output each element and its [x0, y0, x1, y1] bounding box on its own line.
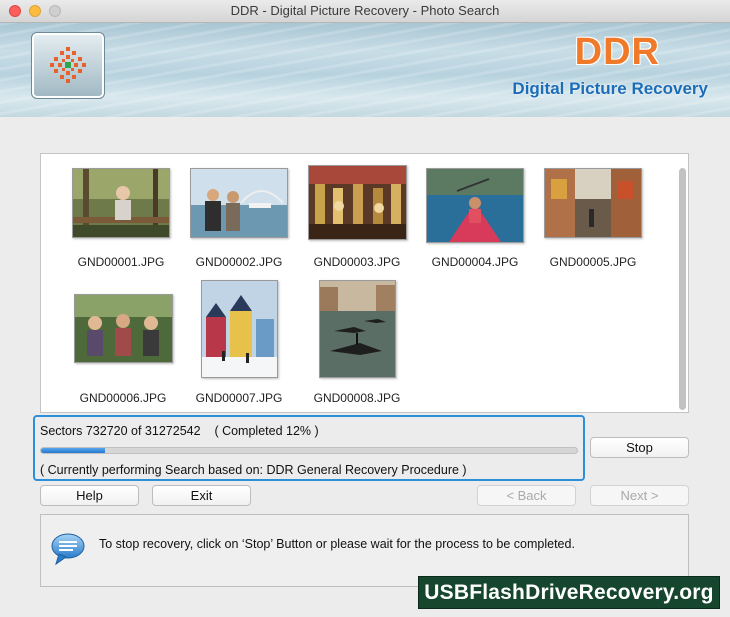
title-bar: DDR - Digital Picture Recovery - Photo S…: [0, 0, 730, 23]
watermark-banner: USBFlashDriveRecovery.org: [418, 576, 720, 609]
photo-filename: GND00003.JPG: [313, 255, 401, 269]
photo-filename: GND00006.JPG: [79, 391, 167, 405]
brand-title: DDR: [574, 31, 660, 73]
photo-thumbnail: [307, 165, 407, 240]
recovered-photos-gallery[interactable]: GND00001.JPG GND00002.JPG GND00003.JPG G…: [40, 153, 689, 413]
sectors-status: Sectors 732720 of 31272542 ( Completed 1…: [40, 424, 319, 438]
speech-bubble-icon: [51, 533, 85, 566]
help-button[interactable]: Help: [40, 485, 139, 506]
photo-thumbnail: [544, 168, 642, 238]
photo-thumbnail: [72, 168, 170, 238]
progress-bar-fill: [41, 448, 106, 453]
photo-filename: GND00001.JPG: [77, 255, 165, 269]
exit-button[interactable]: Exit: [152, 485, 251, 506]
photo-filename: GND00008.JPG: [313, 391, 401, 405]
photo-filename: GND00004.JPG: [431, 255, 519, 269]
app-window: DDR - Digital Picture Recovery - Photo S…: [0, 0, 730, 617]
recovery-progress-panel: Sectors 732720 of 31272542 ( Completed 1…: [33, 415, 585, 481]
header-banner: DDR Digital Picture Recovery: [0, 23, 730, 117]
back-button[interactable]: < Back: [477, 485, 576, 506]
photo-filename: GND00007.JPG: [195, 391, 283, 405]
gallery-scrollbar[interactable]: [679, 168, 686, 410]
recovery-progress-bar: [40, 447, 578, 454]
photo-item[interactable]: GND00004.JPG: [416, 168, 534, 269]
photo-thumbnail: [426, 168, 524, 243]
photo-thumbnail: [200, 280, 278, 378]
brand-subtitle: Digital Picture Recovery: [512, 79, 708, 98]
app-logo: [31, 32, 105, 99]
stop-button[interactable]: Stop: [590, 437, 689, 458]
photo-item[interactable]: GND00006.JPG: [64, 294, 182, 405]
next-button[interactable]: Next >: [590, 485, 689, 506]
photo-item[interactable]: GND00008.JPG: [298, 280, 416, 405]
procedure-status: ( Currently performing Search based on: …: [40, 463, 467, 477]
photo-thumbnail: [190, 168, 288, 238]
photo-thumbnail: [73, 294, 173, 363]
window-title: DDR - Digital Picture Recovery - Photo S…: [230, 3, 500, 18]
info-message: To stop recovery, click on ‘Stop’ Button…: [99, 537, 575, 551]
photo-item[interactable]: GND00001.JPG: [62, 168, 180, 269]
photo-item[interactable]: GND00007.JPG: [180, 280, 298, 405]
photo-item[interactable]: GND00002.JPG: [180, 168, 298, 269]
photo-item[interactable]: GND00005.JPG: [534, 168, 652, 269]
recovery-logo-icon: [50, 47, 86, 83]
photo-filename: GND00005.JPG: [549, 255, 637, 269]
photo-filename: GND00002.JPG: [195, 255, 283, 269]
photo-item[interactable]: GND00003.JPG: [298, 165, 416, 269]
photo-thumbnail: [318, 280, 396, 378]
